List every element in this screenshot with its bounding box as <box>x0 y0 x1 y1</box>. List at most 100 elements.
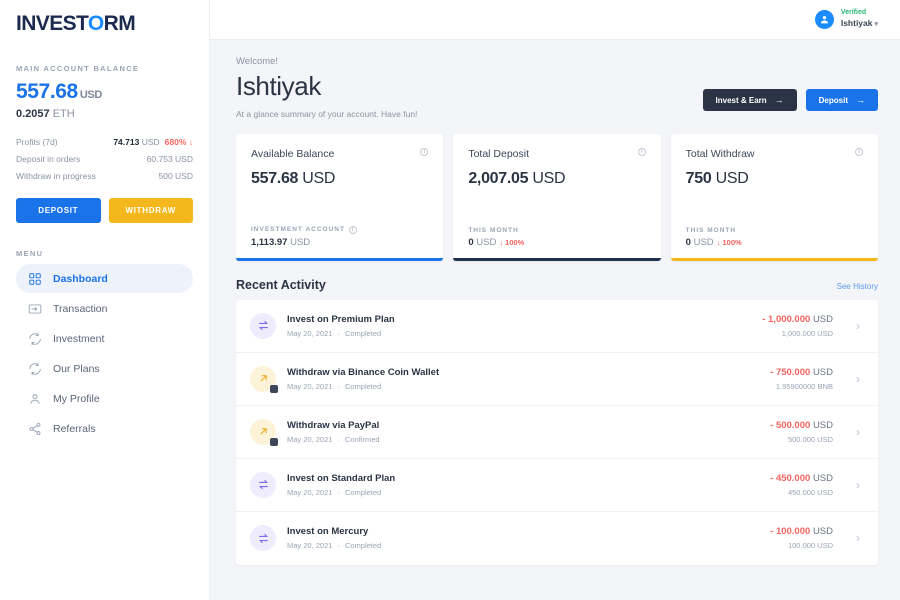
card-foot-label: Investment Accounti <box>251 226 428 234</box>
exchange-icon <box>250 313 276 339</box>
activity-date: May 20, 2021 <box>287 329 332 338</box>
activity-amount: - 500.000 USD <box>770 420 833 431</box>
chevron-right-icon[interactable]: › <box>856 531 864 545</box>
activity-amount: - 750.000 USD <box>770 367 833 378</box>
card-foot-delta: ↓ 100% <box>499 238 524 247</box>
activity-info: Withdraw via Binance Coin Wallet May 20,… <box>287 367 759 391</box>
share-icon <box>27 421 42 436</box>
status-badge: Completed <box>345 382 381 391</box>
chevron-right-icon[interactable]: › <box>856 319 864 333</box>
activity-meta: May 20, 2021·Confirmed <box>287 435 759 444</box>
arrow-right-icon: → <box>856 95 865 105</box>
table-row[interactable]: Invest on Premium Plan May 20, 2021·Comp… <box>236 300 878 353</box>
activity-amount-number: - 450.000 <box>770 473 810 484</box>
card-value-number: 750 <box>686 170 712 187</box>
activity-meta: May 20, 2021·Completed <box>287 541 759 550</box>
chevron-right-icon[interactable]: › <box>856 425 864 439</box>
card-foot-number: 0 <box>686 237 691 248</box>
activity-icon <box>250 313 276 339</box>
activity-info: Withdraw via PayPal May 20, 2021·Confirm… <box>287 420 759 444</box>
info-icon[interactable]: i <box>349 226 357 234</box>
wallet-badge-icon <box>270 385 278 393</box>
sidebar-item-my-profile[interactable]: My Profile <box>16 384 193 413</box>
activity-amounts: - 500.000 USD 500.000 USD <box>770 420 833 444</box>
card-foot-value: 0 USD↓ 100% <box>468 237 645 248</box>
stat-value: 74.713 USD680% ↓ <box>113 137 193 147</box>
card-value-currency: USD <box>302 170 335 187</box>
activity-amount-currency: USD <box>813 314 833 325</box>
brand-o: O <box>88 12 104 35</box>
sidebar-item-label: Our Plans <box>53 363 100 375</box>
activity-amount-currency: USD <box>813 420 833 431</box>
sidebar-item-label: Transaction <box>53 303 107 315</box>
see-history-link[interactable]: See History <box>837 282 878 291</box>
card-foot-currency: USD <box>476 237 496 248</box>
card-value: 750 USD <box>686 170 863 188</box>
card-footer: This Month 0 USD↓ 100% <box>468 227 645 261</box>
table-row[interactable]: Invest on Standard Plan May 20, 2021·Com… <box>236 459 878 512</box>
invest-and-earn-button[interactable]: Invest & Earn → <box>703 89 797 111</box>
activity-meta: May 20, 2021·Completed <box>287 488 759 497</box>
activity-amount: - 450.000 USD <box>770 473 833 484</box>
brand-logo[interactable]: INVESTORM <box>16 0 193 36</box>
info-icon[interactable]: i <box>638 148 646 156</box>
sidebar-withdraw-button[interactable]: Withdraw <box>109 198 194 223</box>
username-text: Ishtiyak <box>841 18 873 28</box>
card-available-balance: Available Balance i 557.68 USD Investmen… <box>236 134 443 261</box>
sidebar-item-our-plans[interactable]: Our Plans <box>16 354 193 383</box>
card-foot-currency: USD <box>290 237 310 248</box>
sidebar-item-dashboard[interactable]: Dashboard <box>16 264 193 293</box>
main-balance: 557.68USD <box>16 80 193 104</box>
card-footer: Investment Accounti 1,113.97 USD <box>251 226 428 261</box>
activity-icon <box>250 525 276 551</box>
balance-label: Main Account Balance <box>16 64 193 73</box>
sidebar-item-transaction[interactable]: Transaction <box>16 294 193 323</box>
info-icon[interactable]: i <box>855 148 863 156</box>
grid-icon <box>27 271 42 286</box>
activity-date: May 20, 2021 <box>287 382 332 391</box>
card-footer: This Month 0 USD↓ 100% <box>686 227 863 261</box>
table-row[interactable]: Withdraw via PayPal May 20, 2021·Confirm… <box>236 406 878 459</box>
separator-dot: · <box>337 382 340 391</box>
card-header: Total Deposit i <box>468 148 645 160</box>
card-value-currency: USD <box>532 170 565 187</box>
deposit-button[interactable]: Deposit → <box>806 89 878 111</box>
deposit-label: Deposit <box>819 96 848 105</box>
card-foot-number: 0 <box>468 237 473 248</box>
sidebar-item-label: My Profile <box>53 393 100 405</box>
refresh-icon <box>27 361 42 376</box>
sidebar-item-referrals[interactable]: Referrals <box>16 414 193 443</box>
table-row[interactable]: Invest on Mercury May 20, 2021·Completed… <box>236 512 878 565</box>
sidebar-deposit-button[interactable]: Deposit <box>16 198 101 223</box>
card-total-withdraw: Total Withdraw i 750 USD This Month 0 US… <box>671 134 878 261</box>
chevron-right-icon[interactable]: › <box>856 372 864 386</box>
user-menu[interactable]: Verified Ishtiyak▾ <box>815 9 878 30</box>
table-row[interactable]: Withdraw via Binance Coin Wallet May 20,… <box>236 353 878 406</box>
avatar <box>815 10 834 29</box>
info-icon[interactable]: i <box>420 148 428 156</box>
verified-badge: Verified <box>841 9 878 18</box>
page-title: Ishtiyak <box>236 72 417 101</box>
sidebar-item-investment[interactable]: Investment <box>16 324 193 353</box>
stat-value: 500 USD <box>159 171 194 181</box>
activity-secondary-amount: 1.95900000 BNB <box>770 382 833 391</box>
welcome-section: Welcome! Ishtiyak At a glance summary of… <box>236 56 878 119</box>
card-accent-bar <box>453 258 660 261</box>
activity-name: Invest on Premium Plan <box>287 314 751 325</box>
eth-balance-currency: ETH <box>53 108 75 120</box>
activity-date: May 20, 2021 <box>287 435 332 444</box>
activity-amounts: - 750.000 USD 1.95900000 BNB <box>770 367 833 391</box>
wallet-badge-icon <box>270 438 278 446</box>
status-badge: Completed <box>345 488 381 497</box>
page-body: Welcome! Ishtiyak At a glance summary of… <box>210 40 900 600</box>
eth-balance: 0.2057 ETH <box>16 108 193 120</box>
card-foot-value: 1,113.97 USD <box>251 237 428 248</box>
sidebar-item-label: Investment <box>53 333 104 345</box>
separator-dot: · <box>337 435 340 444</box>
activity-secondary-amount: 1,000.000 USD <box>762 329 833 338</box>
card-foot-label: This Month <box>686 227 863 234</box>
activity-amount-number: - 500.000 <box>770 420 810 431</box>
sidebar-item-label: Dashboard <box>53 273 108 285</box>
card-foot-delta: ↓ 100% <box>717 238 742 247</box>
chevron-right-icon[interactable]: › <box>856 478 864 492</box>
